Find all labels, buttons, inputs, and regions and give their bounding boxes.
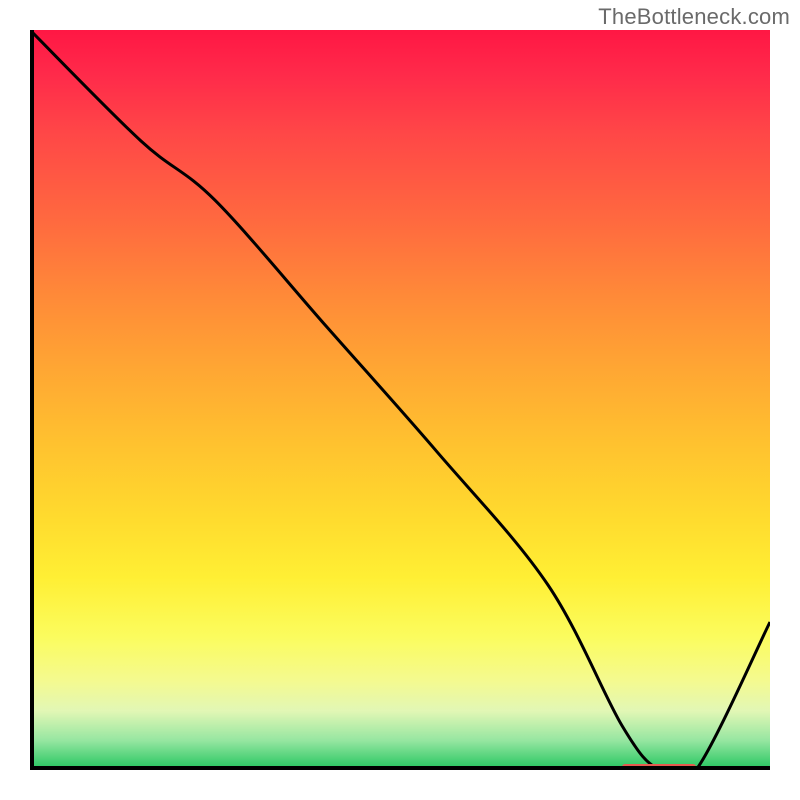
bottleneck-curve-svg <box>30 30 770 770</box>
bottleneck-curve-path <box>30 30 770 770</box>
attribution-text: TheBottleneck.com <box>598 4 790 30</box>
chart-plot-area <box>30 30 770 770</box>
minimum-marker <box>622 764 696 770</box>
